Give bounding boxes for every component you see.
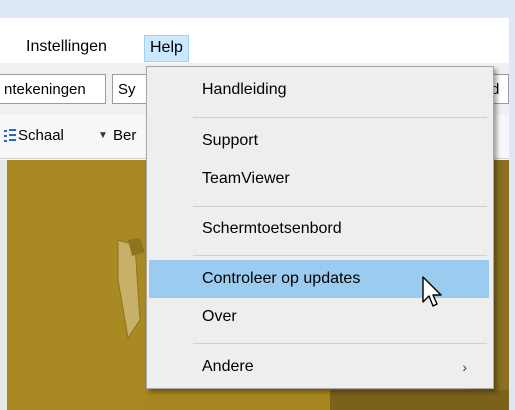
toolbar-next-button[interactable]: Ber <box>113 126 136 146</box>
chevron-right-icon: › <box>462 359 467 375</box>
menu-item-andere[interactable]: Andere › <box>147 348 493 386</box>
mouse-pointer-icon <box>422 276 442 307</box>
menu-item-andere-label: Andere <box>202 358 254 375</box>
menu-separator <box>193 206 487 207</box>
scale-icon <box>4 128 16 144</box>
menu-separator <box>193 343 487 344</box>
menu-item-support[interactable]: Support <box>147 122 493 160</box>
tab-tekeningen[interactable]: ntekeningen <box>0 74 106 104</box>
menu-instellingen[interactable]: Instellingen <box>20 34 113 60</box>
tab-sy-label: Sy <box>118 81 136 98</box>
chevron-down-icon[interactable]: ▼ <box>98 126 108 146</box>
tab-tekeningen-label: ntekeningen <box>4 81 86 98</box>
help-dropdown-menu: Handleiding Support TeamViewer Schermtoe… <box>146 66 494 389</box>
menu-help[interactable]: Help <box>144 35 189 62</box>
menu-separator <box>193 255 487 256</box>
tab-sy[interactable]: Sy <box>112 74 148 104</box>
menu-item-handleiding[interactable]: Handleiding <box>147 71 493 109</box>
menu-item-teamviewer[interactable]: TeamViewer <box>147 160 493 198</box>
menu-item-schermtoetsenbord[interactable]: Schermtoetsenbord <box>147 210 493 248</box>
menu-separator <box>193 117 487 118</box>
schaal-button[interactable]: Schaal <box>18 126 64 146</box>
